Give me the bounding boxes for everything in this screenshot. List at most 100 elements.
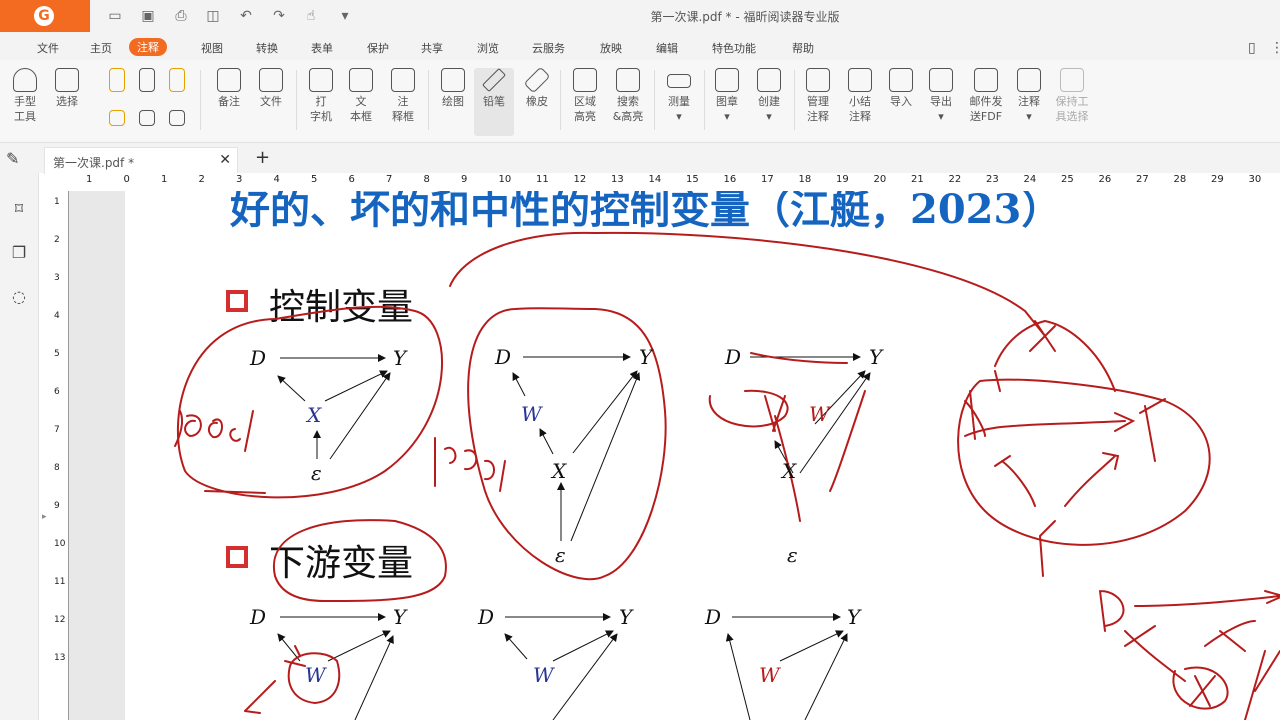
keep-tool-button[interactable]: 保持工 具选择 (1052, 68, 1092, 124)
menu-item[interactable]: 特色功能 (712, 40, 756, 56)
ruler-label: 30 (1248, 174, 1262, 185)
page-margin (69, 191, 125, 720)
ruler-label: 11 (536, 174, 549, 185)
select-tool-button[interactable]: 选择 (52, 68, 82, 109)
ruler-label: 16 (723, 174, 737, 185)
create-stamp-button[interactable]: 创建 ▾ (754, 68, 784, 124)
vertical-ruler: 1 2 3 4 5 6 7 8 9 10 11 12 13 (52, 191, 69, 720)
summarize-comments-button[interactable]: 小结 注释 (844, 68, 876, 124)
more-icon[interactable]: ⋮ (1270, 40, 1280, 56)
email-fdf-button[interactable]: 邮件发 送FDF (964, 68, 1008, 124)
ruler-label: 7 (54, 425, 60, 435)
note-button[interactable]: 备注 (214, 68, 244, 109)
ruler-label: 25 (1061, 174, 1074, 185)
menu-bar: 文件 主页 注释 视图 转换 表单 保护 共享 浏览 云服务 放映 编辑 特色功能 帮助 (0, 32, 1280, 60)
ruler-label: 8 (423, 174, 430, 185)
callout-button[interactable]: 注 释框 (388, 68, 418, 124)
node-Y: Y (639, 345, 653, 369)
menu-item[interactable]: 文件 (37, 40, 59, 56)
menu-item[interactable]: 编辑 (656, 40, 678, 56)
menu-item[interactable]: 保护 (367, 40, 389, 56)
node-W: W (533, 663, 554, 687)
comments-icon[interactable]: ◌ (9, 287, 29, 307)
ruler-label: 7 (386, 174, 393, 185)
panel-expand-icon[interactable]: ▸ (42, 512, 47, 522)
eraser-button[interactable]: 橡皮 (522, 66, 552, 109)
pdf-page[interactable]: 好的、坏的和中性的控制变量（江艇，2023） 控制变量 下游变量 D Y X ε… (125, 191, 1280, 720)
node-epsilon: ε (555, 543, 566, 567)
divider (794, 70, 795, 130)
manage-doc-icon (806, 68, 830, 92)
menu-item[interactable]: 共享 (421, 40, 443, 56)
node-Y: Y (393, 346, 407, 370)
menu-item[interactable]: 浏览 (477, 40, 499, 56)
import-button[interactable]: 导入 (886, 68, 916, 109)
ruler-label: 14 (648, 174, 662, 185)
comment-button[interactable]: 注释 ▾ (1014, 68, 1044, 124)
replace-text-button[interactable] (138, 110, 156, 128)
ruler-label: 15 (686, 174, 699, 185)
edit-annotation-icon[interactable]: ✎ (6, 149, 19, 168)
ruler-label: 2 (198, 174, 205, 185)
textbox-button[interactable]: 文 本框 (346, 68, 376, 124)
drawing-button[interactable]: 绘图 (438, 68, 468, 109)
menu-item[interactable]: 表单 (311, 40, 333, 56)
node-epsilon: ε (311, 461, 322, 485)
ruler-label: 5 (311, 174, 318, 185)
area-highlight-button[interactable]: 区域 高亮 (570, 68, 600, 124)
manage-comments-button[interactable]: 管理 注释 (802, 68, 834, 124)
stamp-button[interactable]: 图章 ▾ (712, 68, 742, 124)
menu-item[interactable]: 放映 (600, 40, 622, 56)
node-D: D (250, 346, 267, 370)
close-tab-icon[interactable]: ✕ (219, 152, 231, 168)
ruler-label: 6 (348, 174, 355, 185)
menu-item[interactable]: 注释 (129, 38, 167, 56)
bookmark-icon[interactable]: ⌑ (9, 199, 29, 219)
node-Y: Y (619, 605, 633, 629)
email-icon (974, 68, 998, 92)
ruler-label: 21 (911, 174, 924, 185)
ruler-label: 11 (54, 577, 66, 587)
chevron-down-icon: ▾ (676, 110, 682, 123)
insert-text-button[interactable] (168, 110, 186, 128)
menu-item[interactable]: 转换 (256, 40, 278, 56)
document-tab[interactable]: 第一次课.pdf * ✕ (44, 147, 238, 174)
divider (704, 70, 705, 130)
ruler-label: 26 (1098, 174, 1112, 185)
horizontal-ruler: 1 0 1 2 3 4 5 6 7 8 9 10 11 12 13 14 15 16 17 18 19 20 21 22 23 2… (68, 173, 1280, 192)
eraser-icon (523, 66, 551, 94)
menu-item[interactable]: 视图 (201, 40, 223, 56)
strikeout-button[interactable] (108, 110, 126, 128)
dag-arrows (277, 353, 871, 720)
measure-button[interactable]: 测量 ▾ (664, 68, 694, 124)
ruler-label: 1 (86, 174, 93, 185)
highlight-button[interactable] (108, 68, 126, 94)
ruler-label: 3 (54, 273, 60, 283)
ruler-label: 19 (836, 174, 849, 185)
ruler-label: 18 (798, 174, 812, 185)
add-tab-icon[interactable]: + (255, 147, 270, 168)
file-attach-button[interactable]: 文件 (256, 68, 286, 109)
pencil-button[interactable]: 铅笔 (474, 67, 514, 136)
chevron-down-icon: ▾ (724, 110, 730, 123)
menu-item[interactable]: 主页 (90, 40, 112, 56)
ruler-label: 2 (54, 235, 60, 245)
search-highlight-button[interactable]: 搜索 &高亮 (608, 68, 648, 124)
title-bar: G ▭ ▣ ⎙ ◫ ↶ ↷ ☝ ▾ 第一次课.pdf * - 福昕阅读器专业版 (0, 0, 1280, 32)
underline-button[interactable] (168, 68, 186, 94)
import-icon (889, 68, 913, 92)
menu-item[interactable]: 帮助 (792, 40, 814, 56)
pages-icon[interactable]: ❐ (9, 243, 29, 263)
ruler-label: 5 (54, 349, 60, 359)
text-t-icon (139, 68, 155, 92)
summary-doc-icon (848, 68, 872, 92)
menu-item[interactable]: 云服务 (532, 40, 565, 56)
squiggly-button[interactable] (138, 68, 156, 94)
export-button[interactable]: 导出 ▾ (926, 68, 956, 124)
ruler-label: 23 (986, 174, 999, 185)
typewriter-button[interactable]: 打 字机 (306, 68, 336, 124)
ruler-icon (667, 74, 691, 88)
divider (296, 70, 297, 130)
phone-icon[interactable]: ▯ (1248, 40, 1256, 56)
hand-tool-button[interactable]: 手型 工具 (10, 68, 40, 124)
